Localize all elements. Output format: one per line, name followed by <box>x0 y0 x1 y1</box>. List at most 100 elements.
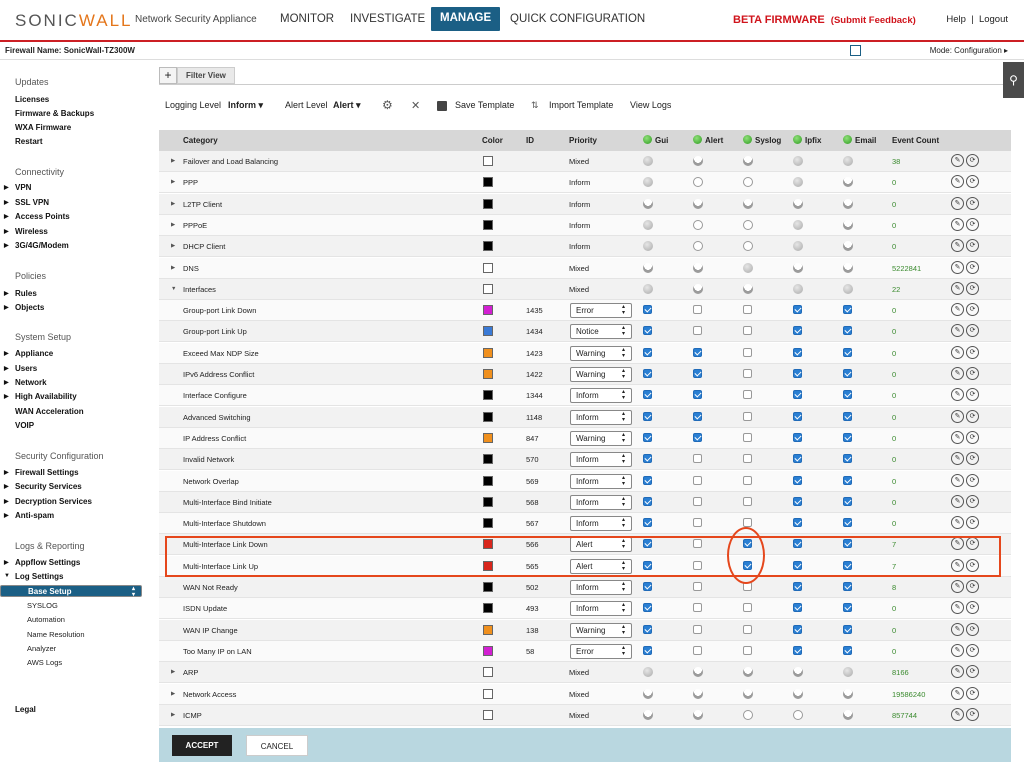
status-dot[interactable] <box>643 688 653 699</box>
checkbox[interactable] <box>793 624 802 634</box>
priority-select[interactable]: Notice <box>570 324 632 340</box>
popout-icon[interactable] <box>850 45 861 56</box>
status-dot[interactable] <box>693 688 703 699</box>
status-dot[interactable] <box>743 156 753 166</box>
reset-icon[interactable]: ⟳ <box>966 494 979 508</box>
priority-select[interactable]: Inform <box>570 409 632 425</box>
table-row[interactable]: IPv6 Address Conflict 1422 Warning 0 ✎⟳ <box>159 364 1011 385</box>
checkbox[interactable] <box>693 305 702 315</box>
nav-quick-configuration[interactable]: QUICK CONFIGURATION <box>510 13 645 25</box>
reset-icon[interactable]: ⟳ <box>966 516 979 530</box>
chevron-right-icon[interactable]: ▶ <box>171 691 175 697</box>
checkbox[interactable] <box>843 326 852 336</box>
sidebar-item-ssl-vpn[interactable]: SSL VPN <box>4 198 49 207</box>
table-row[interactable]: Group-port Link Down 1435 Error 0 ✎⟳ <box>159 300 1011 322</box>
sidebar-item-appliance[interactable]: Appliance <box>4 349 53 358</box>
checkbox[interactable] <box>743 305 752 315</box>
view-logs-button[interactable]: View Logs <box>630 100 671 110</box>
edit-icon[interactable]: ✎ <box>951 665 964 679</box>
edit-icon[interactable]: ✎ <box>951 175 964 189</box>
checkbox[interactable] <box>843 432 852 442</box>
color-swatch[interactable] <box>483 411 493 422</box>
checkbox[interactable] <box>743 603 752 613</box>
checkbox[interactable] <box>793 496 802 506</box>
reset-icon[interactable]: ⟳ <box>966 409 979 423</box>
checkbox[interactable] <box>793 582 802 591</box>
search-icon[interactable]: ⚲ <box>1003 62 1024 98</box>
color-swatch[interactable] <box>483 603 493 614</box>
table-row[interactable]: ▶ Network Access Mixed 19586240 ✎ ⟳ <box>159 683 1011 705</box>
checkbox[interactable] <box>693 369 702 378</box>
status-dot[interactable] <box>843 283 853 294</box>
checkbox[interactable] <box>793 454 802 464</box>
col-category[interactable]: Category <box>183 136 218 145</box>
checkbox[interactable] <box>743 390 752 400</box>
checkbox[interactable] <box>693 603 702 613</box>
mode-selector[interactable]: Mode: Configuration ▸ <box>930 46 1008 55</box>
checkbox[interactable] <box>743 645 752 655</box>
color-swatch[interactable] <box>483 688 493 699</box>
color-swatch[interactable] <box>483 241 493 252</box>
table-row[interactable]: Exceed Max NDP Size 1423 Warning 0 ✎⟳ <box>159 342 1011 364</box>
col-priority[interactable]: Priority <box>569 136 597 145</box>
checkbox[interactable] <box>643 582 652 591</box>
sidebar-item-licenses[interactable]: Licenses <box>15 95 49 104</box>
color-swatch[interactable] <box>483 582 493 592</box>
status-dot[interactable] <box>693 241 703 252</box>
chevron-down-icon[interactable]: ▼ <box>171 286 176 292</box>
status-dot[interactable] <box>843 219 853 230</box>
beta-firmware[interactable]: BETA FIRMWARE (Submit Feedback) <box>733 14 916 26</box>
status-dot[interactable] <box>743 198 753 209</box>
sidebar-item-voip[interactable]: VOIP <box>15 421 34 430</box>
priority-select[interactable]: Inform <box>570 516 632 532</box>
sidebar-item-appflow[interactable]: Appflow Settings <box>4 558 80 567</box>
reset-icon[interactable]: ⟳ <box>966 196 979 210</box>
edit-icon[interactable]: ✎ <box>951 601 964 615</box>
col-id[interactable]: ID <box>526 136 534 145</box>
checkbox[interactable] <box>843 496 852 506</box>
sidebar-item-modem[interactable]: 3G/4G/Modem <box>4 241 69 250</box>
color-swatch[interactable] <box>483 369 493 379</box>
checkbox[interactable] <box>643 390 652 400</box>
table-row[interactable]: ▶ Failover and Load Balancing Mixed 38 ✎ ⟳ <box>159 151 1011 172</box>
checkbox[interactable] <box>643 369 652 378</box>
save-template-button[interactable]: Save Template <box>455 100 514 110</box>
status-dot[interactable] <box>743 283 753 294</box>
table-row[interactable]: ISDN Update 493 Inform 0 ✎⟳ <box>159 598 1011 620</box>
reset-icon[interactable]: ⟳ <box>966 367 979 380</box>
save-icon[interactable] <box>437 101 447 111</box>
checkbox[interactable] <box>693 390 702 400</box>
priority-select[interactable]: Warning <box>570 430 632 446</box>
color-swatch[interactable] <box>483 156 493 166</box>
priority-select[interactable]: Inform <box>570 388 632 404</box>
checkbox[interactable] <box>793 645 802 655</box>
checkbox[interactable] <box>693 411 702 421</box>
edit-icon[interactable]: ✎ <box>951 367 964 380</box>
edit-icon[interactable]: ✎ <box>951 580 964 593</box>
status-dot[interactable] <box>693 219 703 230</box>
sidebar-item-automation[interactable]: Automation <box>27 615 65 624</box>
nav-monitor[interactable]: MONITOR <box>280 13 334 25</box>
checkbox[interactable] <box>643 326 652 336</box>
color-swatch[interactable] <box>483 624 493 635</box>
status-dot[interactable] <box>643 177 653 188</box>
color-swatch[interactable] <box>483 475 493 486</box>
checkbox[interactable] <box>843 305 852 315</box>
status-dot[interactable] <box>843 198 853 209</box>
sidebar-item-objects[interactable]: Objects <box>4 303 44 312</box>
edit-icon[interactable]: ✎ <box>951 345 964 359</box>
priority-select[interactable]: Warning <box>570 367 632 382</box>
col-alert[interactable]: Alert <box>705 136 723 145</box>
status-dot[interactable] <box>743 241 753 252</box>
reset-icon[interactable]: ⟳ <box>966 686 979 700</box>
col-event-count[interactable]: Event Count <box>892 136 939 145</box>
status-dot[interactable] <box>793 262 803 273</box>
status-dot[interactable] <box>693 667 703 678</box>
status-dot[interactable] <box>643 156 653 166</box>
edit-icon[interactable]: ✎ <box>951 452 964 466</box>
edit-icon[interactable]: ✎ <box>951 473 964 487</box>
chevron-right-icon[interactable]: ▶ <box>171 179 175 185</box>
checkbox[interactable] <box>693 624 702 634</box>
reset-icon[interactable]: ⟳ <box>966 580 979 593</box>
color-swatch[interactable] <box>483 326 493 337</box>
